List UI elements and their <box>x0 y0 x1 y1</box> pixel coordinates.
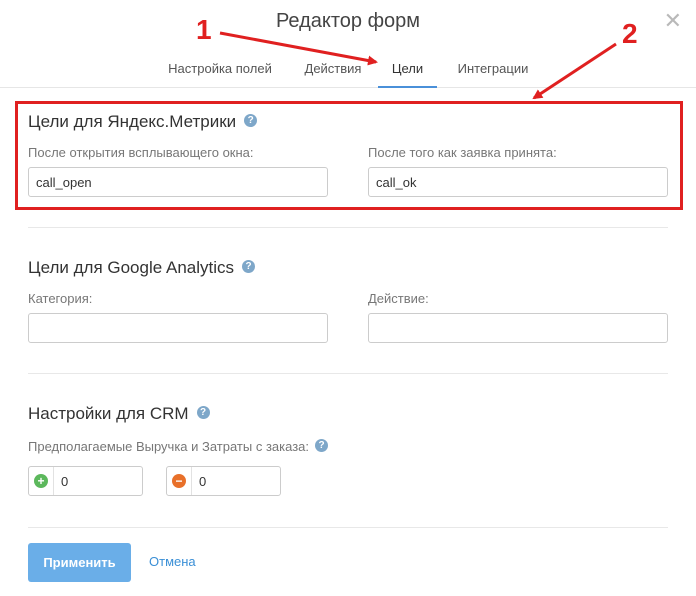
close-icon[interactable]: ✕ <box>664 10 682 32</box>
revenue-field: + <box>28 466 143 496</box>
tab-actions[interactable]: Действия <box>303 58 363 88</box>
tab-field-settings[interactable]: Настройка полей <box>164 58 276 88</box>
yandex-accepted-goal-input[interactable] <box>368 167 668 197</box>
modal-title: Редактор форм <box>275 10 421 32</box>
crm-label-text: Предполагаемые Выручка и Затраты с заказ… <box>28 439 309 454</box>
revenue-input[interactable] <box>53 467 141 495</box>
yandex-section-title: Цели для Яндекс.Метрики? <box>28 112 258 132</box>
tab-goals[interactable]: Цели <box>378 58 437 88</box>
annotation-number-1: 1 <box>196 14 212 45</box>
modal-header: Редактор форм ✕ Настройка полей Действия… <box>0 0 696 88</box>
tab-integrations[interactable]: Интеграции <box>453 58 533 88</box>
google-action-input[interactable] <box>368 313 668 343</box>
plus-icon[interactable]: + <box>34 474 48 488</box>
annotation-overlay <box>219 31 617 100</box>
help-icon[interactable]: ? <box>242 260 256 274</box>
yandex-open-goal-input[interactable] <box>28 167 328 197</box>
divider <box>28 227 668 228</box>
yandex-open-label: После открытия всплывающего окна: <box>28 145 254 160</box>
crm-section-title-text: Настройки для CRM <box>28 404 189 423</box>
yandex-accepted-label: После того как заявка принята: <box>368 145 557 160</box>
tab-label: Действия <box>304 61 362 76</box>
divider <box>28 527 668 528</box>
google-section-title: Цели для Google Analytics? <box>28 258 256 278</box>
cost-field: − <box>166 466 281 496</box>
tab-label: Настройка полей <box>168 61 272 76</box>
tab-label: Интеграции <box>457 61 529 76</box>
crm-section-title: Настройки для CRM? <box>28 404 210 424</box>
apply-button[interactable]: Применить <box>28 543 131 582</box>
google-action-label: Действие: <box>368 291 429 306</box>
divider <box>28 373 668 374</box>
annotation-number-2: 2 <box>622 18 638 49</box>
cancel-link[interactable]: Отмена <box>149 554 196 569</box>
help-icon[interactable]: ? <box>315 439 328 453</box>
crm-revenue-cost-label: Предполагаемые Выручка и Затраты с заказ… <box>28 439 328 454</box>
help-icon[interactable]: ? <box>196 406 210 420</box>
minus-icon[interactable]: − <box>172 474 186 488</box>
tab-label: Цели <box>391 61 424 76</box>
google-category-label: Категория: <box>28 291 93 306</box>
tab-bar: Настройка полей Действия Цели Интеграции <box>0 58 696 88</box>
cost-input[interactable] <box>191 467 279 495</box>
help-icon[interactable]: ? <box>244 114 258 128</box>
google-section-title-text: Цели для Google Analytics <box>28 258 235 277</box>
yandex-section-title-text: Цели для Яндекс.Метрики <box>28 112 237 131</box>
google-category-input[interactable] <box>28 313 328 343</box>
